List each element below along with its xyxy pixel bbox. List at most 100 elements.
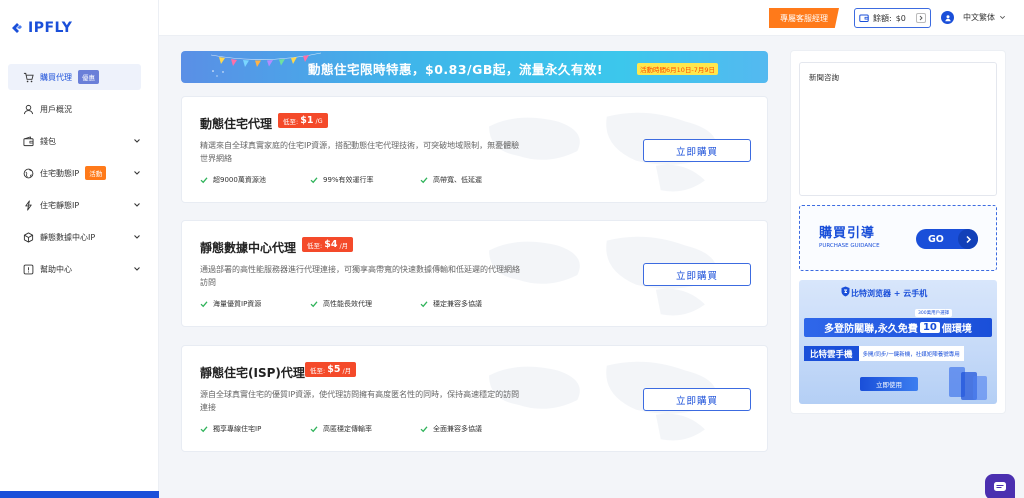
purchase-guide-card[interactable]: 購買引導 PURCHASE GUIDANCE GO [799, 205, 997, 271]
bitbrowser-promo-banner[interactable]: 比特浏览器 + 云手机 300萬用戶選擇 多登防關聯,永久免費 10 個環境 比… [799, 280, 997, 404]
feature-label: 高匿穩定傳輸率 [323, 425, 372, 433]
guide-title: 購買引導 [819, 226, 876, 241]
price-unit: /月 [342, 366, 352, 375]
feature-item: 高性能長效代理 [310, 299, 420, 309]
feature-label: 高性能長效代理 [323, 300, 372, 308]
promo-strip: 比特雲手機 多開/同步/一鍵新機，社媒矩陣養號專用 [804, 346, 992, 361]
feature-list: 海量優質IP資源 高性能長效代理 穩定兼容多協議 [200, 299, 530, 309]
user-avatar-icon[interactable] [941, 11, 954, 24]
promo-strip-title: 比特雲手機 [804, 346, 859, 361]
help-icon [22, 263, 34, 275]
price-value: $4 [324, 239, 338, 250]
app-logo[interactable]: IPFLY [10, 20, 72, 36]
go-button[interactable]: GO [916, 229, 978, 249]
sidebar-item-dynamic-residential[interactable]: 住宅動態IP 活動 [8, 160, 141, 186]
feature-label: 超9000萬資源池 [213, 176, 266, 184]
promo-headline-suffix: 個環境 [941, 324, 972, 335]
sidebar-badge-discount: 優惠 [78, 70, 99, 84]
feature-item: 獨享專線住宅IP [200, 424, 310, 434]
chat-icon [994, 482, 1006, 491]
product-description: 精選來自全球真實家庭的住宅IP資源，搭配動態住宅代理技術，可突破地域限制，無憂體… [200, 141, 520, 163]
balance-label: 餘額: [873, 13, 892, 23]
sidebar-item-label: 用戶概況 [40, 104, 72, 114]
feature-item: 海量優質IP資源 [200, 299, 310, 309]
sidebar-item-wallet[interactable]: 錢包 [8, 128, 141, 154]
bunting-flags-icon [211, 52, 321, 77]
check-icon [310, 177, 318, 184]
logo-text: IPFLY [28, 20, 73, 36]
go-label: GO [928, 233, 944, 245]
sidebar-bottom-bar [0, 491, 159, 498]
feature-item: 穩定兼容多協議 [420, 299, 530, 309]
check-icon [200, 426, 208, 433]
sidebar-item-label: 住宅靜態IP [40, 200, 80, 210]
price-prefix: 低至: [310, 366, 326, 375]
lightning-icon [22, 199, 34, 211]
sidebar-item-static-datacenter[interactable]: 靜態數據中心IP [8, 224, 141, 250]
balance-value: $0 [895, 13, 906, 23]
balance-button[interactable]: 餘額: $0 [854, 8, 931, 28]
feature-label: 穩定兼容多協議 [433, 300, 482, 308]
guide-subtitle: PURCHASE GUIDANCE [819, 243, 880, 249]
chevron-down-icon [134, 203, 140, 207]
price-tag: 低至: $4 /月 [302, 237, 354, 252]
price-prefix: 低至: [283, 117, 299, 126]
cart-icon [22, 71, 34, 83]
banner-headline: 動態住宅限時特惠，$0.83/GB起，流量永久有效! [308, 62, 604, 77]
sidebar-item-buy-proxy[interactable]: 購買代理 優惠 [8, 64, 141, 90]
dedicated-support-button[interactable]: 專屬客服經理 [769, 8, 839, 28]
price-tag: 低至: $5 /月 [305, 362, 357, 377]
sidebar-item-label: 購買代理 [40, 72, 72, 82]
sidebar-item-label: 住宅動態IP [40, 168, 80, 178]
feature-list: 超9000萬資源池 99%有效運行率 高帶寬、低延遲 [200, 175, 530, 185]
chevron-down-icon [134, 139, 140, 143]
chat-support-button[interactable] [985, 474, 1015, 498]
news-box: 新聞咨詢 [799, 62, 997, 196]
sidebar-nav: 購買代理 優惠 用戶概況 錢包 住宅動態IP 活動 住宅靜態IP 靜態數據中心I… [0, 64, 159, 288]
feature-item: 超9000萬資源池 [200, 175, 310, 185]
product-title: 動態住宅代理 [200, 117, 273, 131]
promo-banner[interactable]: 動態住宅限時特惠，$0.83/GB起，流量永久有效! 活動時間6月10日-7月9… [181, 51, 768, 83]
buy-now-button[interactable]: 立即購買 [643, 139, 751, 162]
product-card-dynamic-residential: 動態住宅代理 低至: $1 /G 精選來自全球真實家庭的住宅IP資源，搭配動態住… [181, 96, 768, 203]
phone-illustration-icon [949, 367, 987, 400]
buy-now-button[interactable]: 立即購買 [643, 388, 751, 411]
news-title: 新聞咨詢 [809, 73, 839, 82]
wallet-icon [859, 14, 869, 22]
sidebar-item-label: 錢包 [40, 136, 56, 146]
sidebar-item-static-residential[interactable]: 住宅靜態IP [8, 192, 141, 218]
price-value: $1 [300, 115, 314, 126]
product-card-static-datacenter: 靜態數據中心代理 低至: $4 /月 通過部署的高性能服務器進行代理連接，可獨享… [181, 220, 768, 327]
promo-brand: 比特浏览器 + 云手机 [851, 289, 928, 298]
price-unit: /G [315, 116, 323, 125]
promo-headline: 多登防關聯,永久免費 10 個環境 [804, 318, 992, 337]
feature-label: 99%有效運行率 [323, 176, 374, 184]
feature-item: 高帶寬、低延遲 [420, 175, 530, 185]
cube-icon [22, 231, 34, 243]
feature-item: 全面兼容多協議 [420, 424, 530, 434]
feature-item: 99%有效運行率 [310, 175, 420, 185]
promo-headline-number: 10 [919, 322, 940, 333]
check-icon [310, 426, 318, 433]
check-icon [310, 301, 318, 308]
right-panel: 新聞咨詢 購買引導 PURCHASE GUIDANCE GO 比特浏览器 + 云… [790, 50, 1006, 414]
product-card-static-isp: 靜態住宅(ISP)代理 低至: $5 /月 源自全球真實住宅的優質IP資源，使代… [181, 345, 768, 452]
bitbrowser-logo-icon [841, 286, 850, 297]
wallet-icon [22, 135, 34, 147]
chevron-right-icon [916, 13, 926, 23]
sidebar-item-help-center[interactable]: 幫助中心 [8, 256, 141, 282]
language-selector[interactable]: 中文繁体 [963, 12, 1006, 23]
banner-event-date: 活動時間6月10日-7月9日 [637, 63, 719, 75]
promo-headline-text: 多登防關聯,永久免費 [824, 324, 918, 335]
sidebar-item-user-overview[interactable]: 用戶概況 [8, 96, 141, 122]
check-icon [200, 177, 208, 184]
sidebar-item-label: 幫助中心 [40, 264, 72, 274]
product-description: 通過部署的高性能服務器進行代理連接，可獨享高帶寬的快速數據傳輸和低延遲的代理網絡… [200, 265, 520, 287]
sidebar: IPFLY 購買代理 優惠 用戶概況 錢包 住宅動態IP 活動 住宅靜態IP 靜… [0, 0, 159, 498]
chevron-down-icon [134, 267, 140, 271]
sidebar-item-label: 靜態數據中心IP [40, 232, 96, 242]
use-now-button[interactable]: 立即使用 [860, 377, 918, 391]
user-icon [22, 103, 34, 115]
buy-now-button[interactable]: 立即購買 [643, 263, 751, 286]
check-icon [200, 301, 208, 308]
